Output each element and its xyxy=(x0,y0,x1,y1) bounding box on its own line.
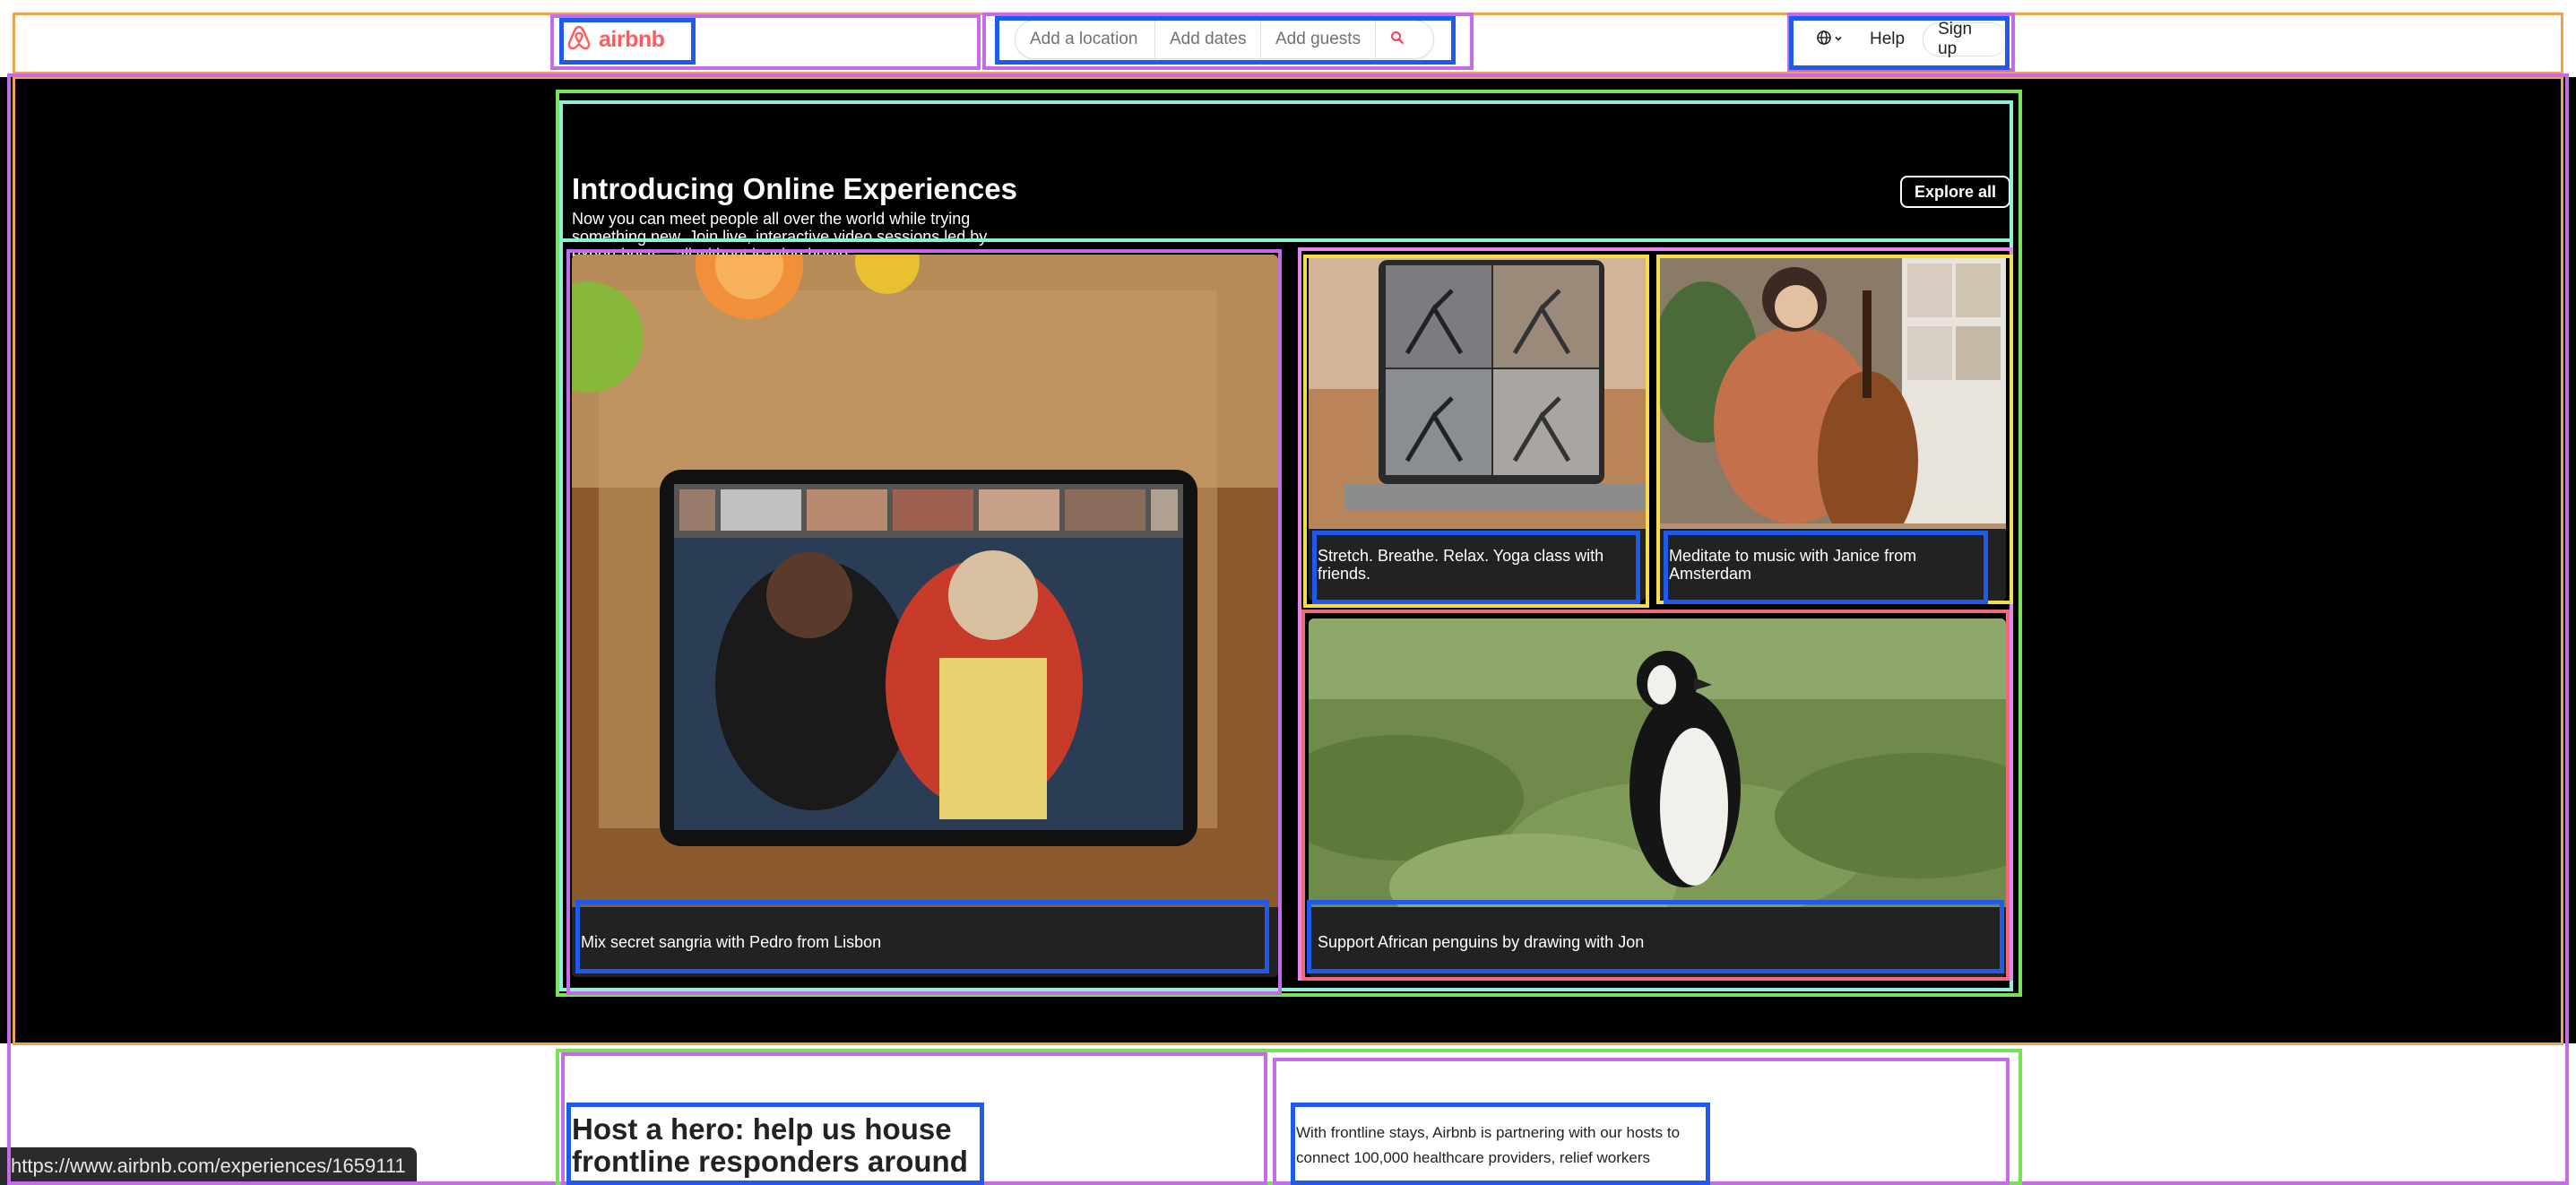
logo-text: airbnb xyxy=(599,26,665,52)
status-bar-url: https://www.airbnb.com/experiences/16591… xyxy=(0,1147,417,1185)
language-button[interactable] xyxy=(1816,30,1843,50)
chevron-down-icon xyxy=(1834,31,1843,48)
card-caption: Mix secret sangria with Pedro from Lisbo… xyxy=(572,907,1278,977)
airbnb-logo-icon xyxy=(566,24,592,56)
intro-block: Introducing Online Experiences Now you c… xyxy=(566,120,2011,272)
frontline-title: Host a hero: help us house frontline res… xyxy=(572,1112,968,1178)
card-caption: Support African penguins by drawing with… xyxy=(1309,907,2006,977)
explore-all-button[interactable]: Explore all xyxy=(1900,176,2011,208)
help-link[interactable]: Help xyxy=(1870,30,1905,49)
experience-card-penguins[interactable]: Support African penguins by drawing with… xyxy=(1309,618,2006,977)
guests-field[interactable]: Add guests xyxy=(1261,20,1376,59)
top-header: airbnb Add a location Add dates Add gues… xyxy=(0,0,2576,77)
location-field[interactable]: Add a location xyxy=(1016,20,1155,59)
search-button[interactable] xyxy=(1376,20,1419,59)
experience-card-sangria[interactable]: Mix secret sangria with Pedro from Lisbo… xyxy=(572,255,1278,977)
right-nav: Help Sign up xyxy=(1796,20,2008,59)
globe-icon xyxy=(1816,30,1832,50)
airbnb-logo[interactable]: airbnb xyxy=(566,20,665,59)
dates-field[interactable]: Add dates xyxy=(1155,20,1261,59)
experience-card-yoga[interactable]: Stretch. Breathe. Relax. Yoga class with… xyxy=(1309,255,1646,601)
card-caption: Meditate to music with Janice from Amste… xyxy=(1660,529,2006,601)
page: airbnb Add a location Add dates Add gues… xyxy=(0,0,2576,1185)
frontline-text: With frontline stays, Airbnb is partneri… xyxy=(1296,1124,1681,1166)
experience-card-meditate[interactable]: Meditate to music with Janice from Amste… xyxy=(1660,255,2006,601)
section-title: Introducing Online Experiences xyxy=(572,172,1017,205)
search-bar[interactable]: Add a location Add dates Add guests xyxy=(1015,20,1434,59)
card-caption: Stretch. Breathe. Relax. Yoga class with… xyxy=(1309,529,1646,601)
signup-button[interactable]: Sign up xyxy=(1923,20,2008,58)
sangria-photo xyxy=(572,255,1278,977)
online-experiences-section: Introducing Online Experiences Now you c… xyxy=(0,77,2576,1043)
search-icon xyxy=(1390,30,1405,49)
